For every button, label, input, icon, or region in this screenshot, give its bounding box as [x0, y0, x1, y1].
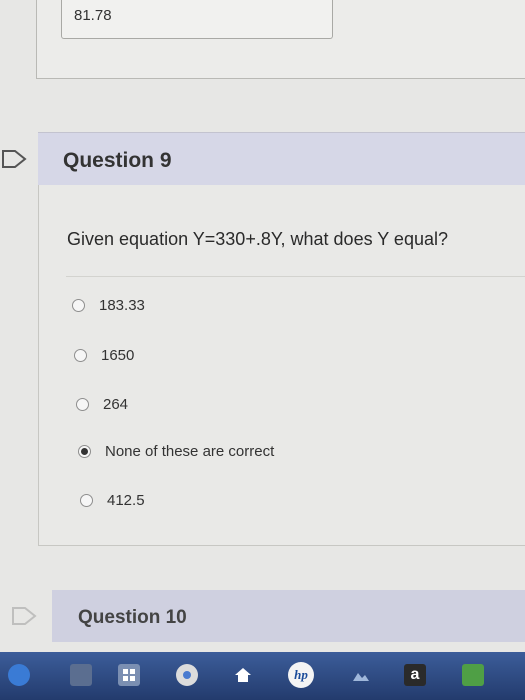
radio-button[interactable] [74, 349, 87, 362]
radio-button-selected[interactable] [78, 445, 91, 458]
flag-icon[interactable] [12, 606, 38, 626]
option-label: 183.33 [99, 297, 145, 314]
chrome-icon[interactable] [176, 664, 198, 686]
option-label: None of these are correct [105, 443, 275, 460]
previous-answer-value: 81.78 [74, 7, 112, 24]
option-label: 1650 [101, 347, 135, 364]
radio-button[interactable] [80, 494, 93, 507]
option-264[interactable]: 264 [76, 396, 128, 413]
amazon-icon[interactable]: a [404, 664, 426, 686]
windows-icon[interactable] [8, 664, 30, 686]
home-icon[interactable] [232, 664, 254, 686]
question-9-prompt: Given equation Y=330+.8Y, what does Y eq… [67, 229, 448, 249]
divider [66, 276, 525, 277]
question-9-header: Question 9 [38, 132, 525, 186]
flag-icon[interactable] [2, 149, 28, 169]
question-10-title: Question 10 [78, 607, 187, 628]
previous-answer-field[interactable]: 81.78 [61, 0, 333, 39]
app-icon[interactable] [462, 664, 484, 686]
photos-icon[interactable] [350, 664, 372, 686]
radio-button[interactable] [76, 398, 89, 411]
question-10-header: Question 10 [52, 590, 525, 642]
option-label: 412.5 [107, 492, 145, 509]
hp-icon[interactable]: hp [288, 662, 314, 688]
taskbar: hp a [0, 652, 525, 700]
option-label: 264 [103, 396, 129, 413]
question-9-title: Question 9 [63, 149, 172, 172]
file-explorer-icon[interactable] [70, 664, 92, 686]
option-1650[interactable]: 1650 [74, 347, 134, 364]
option-none-of-these[interactable]: None of these are correct [78, 443, 274, 460]
store-icon[interactable] [118, 664, 140, 686]
radio-button[interactable] [72, 299, 85, 312]
option-183-33[interactable]: 183.33 [72, 297, 145, 314]
option-412-5[interactable]: 412.5 [80, 492, 145, 509]
